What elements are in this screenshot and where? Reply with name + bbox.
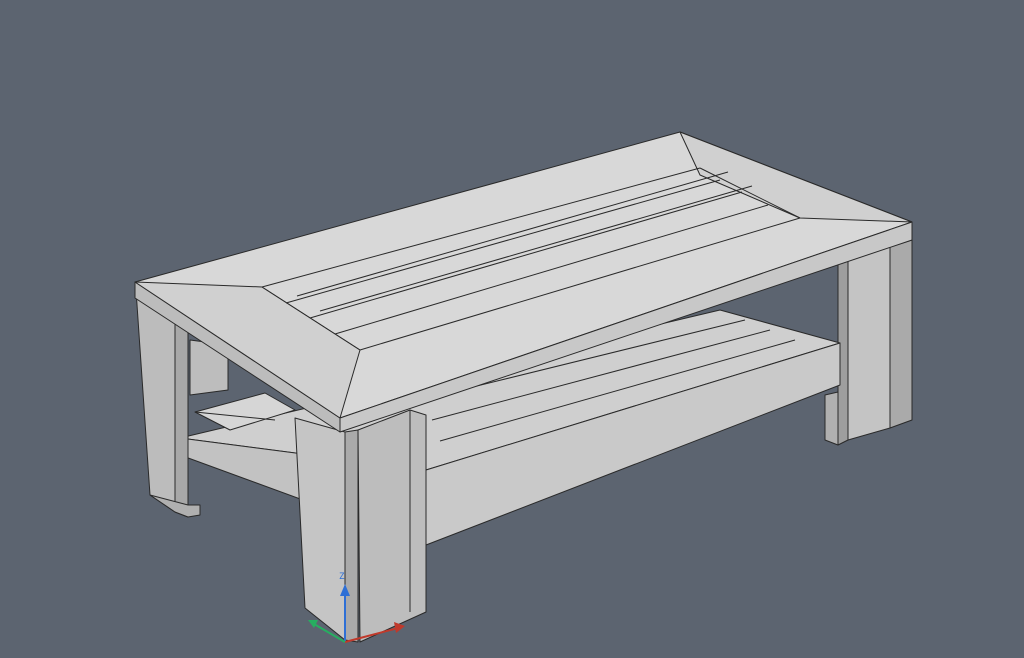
front-leg xyxy=(294,409,427,643)
z-axis-label: Z xyxy=(339,572,345,582)
3d-viewport[interactable]: Z xyxy=(0,0,1024,658)
table-model[interactable] xyxy=(0,0,1024,658)
